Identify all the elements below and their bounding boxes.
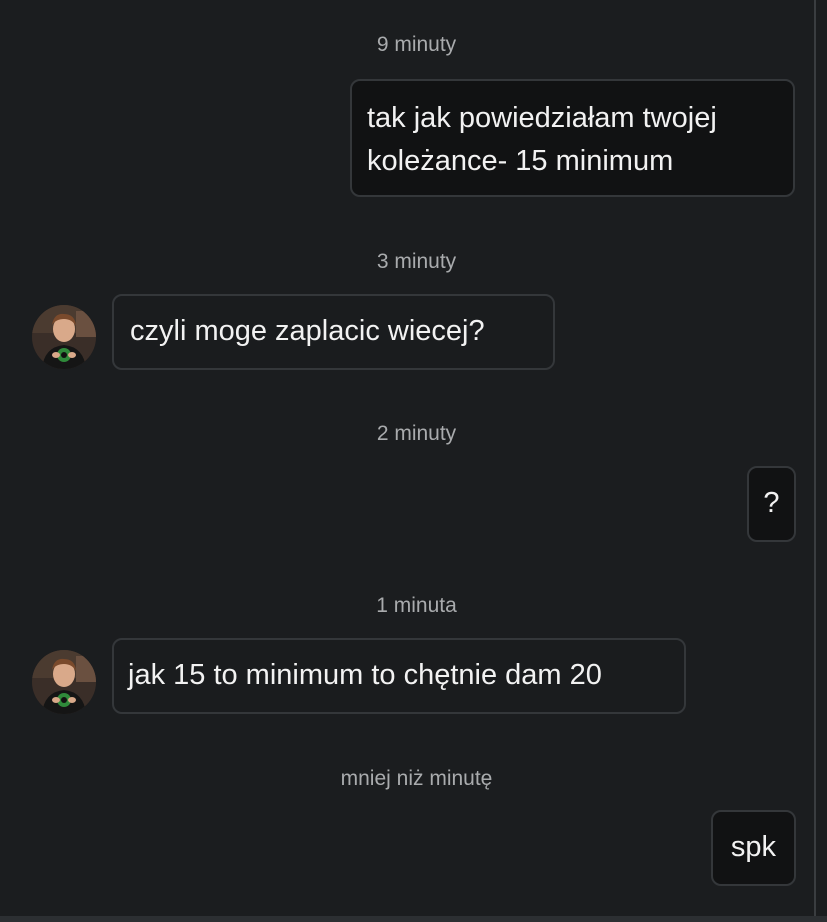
timestamp: 3 minuty [376,250,457,273]
message-bubble-outgoing[interactable]: spk [711,810,796,886]
message-text-line: tak jak powiedziałam twojej [367,102,717,134]
message-text-line: jak 15 to minimum to chętnie dam 20 [128,659,602,691]
scrollbar[interactable] [814,0,827,916]
timestamp: 9 minuty [376,33,457,56]
message-bubble-incoming[interactable]: czyli moge zaplacic wiecej? [112,294,555,370]
message-bubble-incoming[interactable]: jak 15 to minimum to chętnie dam 20 [112,638,686,714]
message-bubble-outgoing[interactable]: ? [747,466,796,542]
avatar[interactable] [32,305,96,369]
user-avatar-photo-icon [32,650,96,714]
message-text-line: ? [763,487,780,519]
timestamp: mniej niż minutę [340,767,493,790]
message-bubble-outgoing[interactable]: tak jak powiedziałam twojej koleżance- 1… [350,79,795,197]
timestamp: 1 minuta [376,594,457,617]
panel-bottom-border [0,916,827,922]
chat-thread[interactable]: 9 minuty tak jak powiedziałam twojej kol… [0,0,814,916]
timestamp: 2 minuty [376,422,457,445]
scrollbar-divider [814,0,816,916]
message-text-line: spk [730,831,777,863]
message-text-line: koleżance- 15 minimum [367,145,674,177]
message-text-line: czyli moge zaplacic wiecej? [130,315,485,347]
avatar[interactable] [32,650,96,714]
user-avatar-photo-icon [32,305,96,369]
